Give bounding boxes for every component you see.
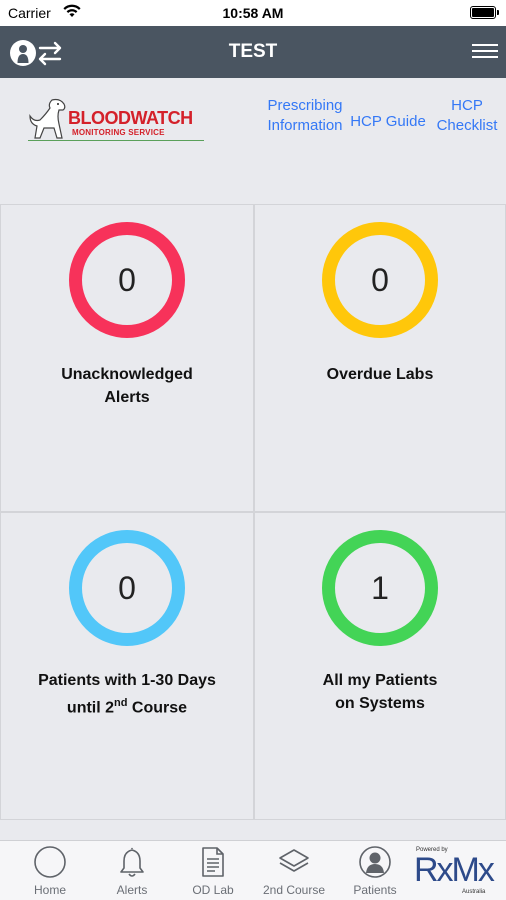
battery-icon [470, 6, 499, 19]
tab-alerts[interactable]: Alerts [90, 841, 174, 900]
tile-label: Patients with 1-30 Days until 2nd Course [38, 672, 216, 717]
second-course-count: 0 [118, 569, 136, 606]
tab-home[interactable]: Home [8, 841, 92, 900]
tile-label: Overdue Labs [326, 366, 434, 383]
logo-subtitle-text: MONITORING SERVICE [72, 128, 165, 137]
status-bar: Carrier 10:58 AM [0, 0, 506, 26]
tab-2nd-course[interactable]: 2nd Course [252, 841, 336, 900]
header-area: BLOODWATCH MONITORING SERVICE Prescribin… [0, 78, 506, 202]
tile-label: Unacknowledged Alerts [61, 366, 193, 406]
overdue-labs-count: 0 [371, 261, 389, 298]
switch-user-icon[interactable] [10, 38, 64, 68]
tab-od-lab[interactable]: OD Lab [171, 841, 255, 900]
patients-count: 1 [371, 569, 389, 606]
rxmx-logo: Powered by RxMx Australia [414, 847, 495, 895]
patients-count-ring: 1 [322, 530, 438, 646]
dog-icon [29, 98, 66, 139]
logo-underline [28, 140, 204, 141]
overdue-labs-count-ring: 0 [322, 222, 438, 338]
navigation-bar: TEST [0, 26, 506, 78]
home-circle-icon [34, 846, 66, 878]
hamburger-menu-icon[interactable] [472, 41, 498, 63]
logo-brand-text: BLOODWATCH [68, 108, 193, 128]
second-course-due-tile[interactable]: 0 Patients with 1-30 Days until 2nd Cour… [0, 512, 254, 820]
page-title: TEST [228, 41, 278, 62]
hcp-guide-link[interactable]: HCP Guide [348, 112, 428, 132]
alerts-count-ring: 0 [69, 222, 185, 338]
tab-patients[interactable]: Patients [333, 841, 417, 900]
tab-bar: Home Alerts OD Lab 2nd Course Patients P [0, 840, 506, 900]
all-patients-on-systems-tile[interactable]: 1 All my Patients on Systems [254, 512, 506, 820]
hcp-checklist-link[interactable]: HCP Checklist [432, 96, 502, 136]
clock: 10:58 AM [222, 5, 284, 21]
layers-icon [279, 849, 309, 872]
tile-label: All my Patients on Systems [322, 672, 438, 712]
unacknowledged-alerts-tile[interactable]: 0 Unacknowledged Alerts [0, 204, 254, 512]
prescribing-information-link[interactable]: Prescribing Information [262, 96, 348, 136]
patient-avatar-icon [359, 846, 391, 878]
bloodwatch-logo: BLOODWATCH MONITORING SERVICE [26, 96, 210, 144]
second-course-count-ring: 0 [69, 530, 185, 646]
alerts-count: 0 [118, 261, 136, 298]
document-icon [202, 847, 224, 877]
bell-icon [120, 847, 144, 877]
overdue-labs-tile[interactable]: 0 Overdue Labs [254, 204, 506, 512]
